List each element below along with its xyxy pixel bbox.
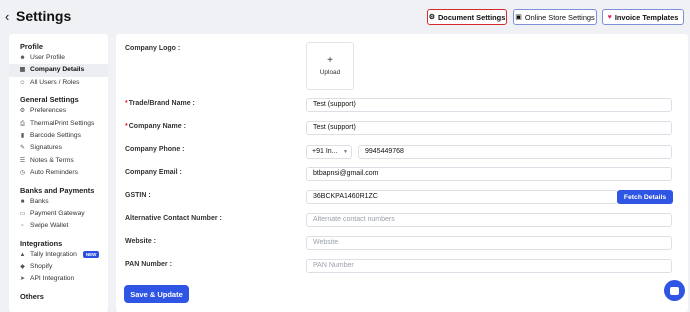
barcode-icon: ▮ [20,132,25,139]
company-name-input[interactable]: Test (support) [306,121,672,135]
required-marker: * [125,100,128,107]
heart-icon: ♥ [607,13,612,21]
sidebar-item-label: Shopify [30,263,53,271]
chat-support-button[interactable] [664,280,685,301]
pan-number-label: PAN Number : [125,261,172,268]
company-name-label-text: Company Name : [128,123,186,130]
note-icon: ☰ [19,157,26,164]
sidebar-item-barcode[interactable]: ▮ Barcode Settings [9,130,108,142]
save-update-button[interactable]: Save & Update [124,285,189,303]
sidebar-item-label: Auto Reminders [30,169,78,177]
company-logo-label: Company Logo : [125,45,181,52]
company-phone-input[interactable]: 9945449768 [358,145,672,159]
document-settings-button[interactable]: ⚙ Document Settings [427,9,507,25]
sidebar-item-label: Payment Gateway [30,209,85,217]
tally-icon: ▲ [19,251,26,258]
users-icon: ☺ [19,79,26,86]
company-phone-label: Company Phone : [125,146,185,153]
sidebar-item-label: API Integration [30,275,75,283]
website-label: Website : [125,238,156,245]
online-store-settings-label: Online Store Settings [524,12,595,22]
sidebar-item-label: Barcode Settings [30,131,81,139]
plus-icon: + [327,55,333,66]
country-code-value: +91 In... [312,148,338,155]
sidebar-item-label: Preferences [30,107,67,115]
sidebar-item-label: Notes & Terms [30,156,74,164]
alt-contact-label: Alternative Contact Number : [125,215,222,222]
page-title: Settings [16,8,72,24]
chevron-left-icon[interactable]: ‹ [5,9,9,24]
fetch-details-button[interactable]: Fetch Details [617,190,673,204]
invoice-templates-label: Invoice Templates [614,12,679,22]
document-settings-label: Document Settings [437,12,506,22]
sidebar-item-signatures[interactable]: ✎ Signatures [9,142,108,154]
sidebar-item-label: Swipe Wallet [30,222,69,230]
wallet-icon: ▫ [21,223,24,230]
country-code-select[interactable]: +91 In... ▼ [306,145,352,159]
invoice-templates-button[interactable]: ♥ Invoice Templates [602,9,684,25]
company-email-input[interactable]: btbapnsi@gmail.com [306,167,672,181]
sidebar-item-label: Banks [30,197,49,205]
sidebar-item-payment-gateway[interactable]: ▭ Payment Gateway [9,208,108,220]
sidebar-item-label: Tally Integration [30,250,77,258]
shopify-icon: ◆ [20,264,25,271]
sidebar-section-integrations: Integrations [20,238,63,248]
required-marker: * [125,123,128,130]
sidebar-item-auto-reminders[interactable]: ◷ Auto Reminders [9,167,108,179]
sidebar-item-thermalprint[interactable]: ⎙ ThermalPrint Settings [9,118,108,130]
store-icon: ▣ [515,14,522,21]
pan-number-input[interactable]: PAN Number [306,259,672,273]
card-icon: ▭ [19,210,26,217]
settings-sidebar: Profile ☻ User Profile ▦ Company Details… [9,34,108,312]
sidebar-item-user-profile[interactable]: ☻ User Profile [9,52,108,64]
sidebar-item-label: Company Details [30,66,85,74]
sidebar-item-api-integration[interactable]: ➤ API Integration [9,273,108,285]
building-icon: ▦ [19,67,26,74]
gstin-label: GSTIN : [125,192,151,199]
chat-icon [670,286,679,295]
sidebar-item-all-users[interactable]: ☺ All Users / Roles [9,77,108,89]
signature-icon: ✎ [19,145,26,152]
sidebar-item-tally-integration[interactable]: ▲ Tally Integration NEW [9,249,108,261]
company-name-label: *Company Name : [125,123,186,130]
sidebar-item-banks[interactable]: ■ Banks [9,196,108,208]
sidebar-item-shopify[interactable]: ◆ Shopify [9,261,108,273]
sidebar-item-notes-terms[interactable]: ☰ Notes & Terms [9,155,108,167]
user-icon: ☻ [19,55,26,61]
alt-contact-input[interactable]: Alternate contact numbers [306,213,672,227]
gear-icon: ⚙ [19,108,26,115]
sidebar-section-profile: Profile [20,42,43,51]
printer-icon: ⎙ [20,120,25,127]
api-icon: ➤ [19,276,26,283]
sidebar-item-preferences[interactable]: ⚙ Preferences [9,105,108,117]
company-email-label: Company Email : [125,169,182,176]
sidebar-section-others: Others [20,291,44,301]
chevron-down-icon: ▼ [343,149,348,155]
sidebar-item-company-details[interactable]: ▦ Company Details [9,64,108,77]
sidebar-item-label: All Users / Roles [30,78,80,86]
upload-label: Upload [319,69,341,76]
sidebar-item-swipe-wallet[interactable]: ▫ Swipe Wallet [9,220,108,232]
sidebar-item-label: Signatures [30,144,62,152]
trade-name-input[interactable]: Test (support) [306,98,672,112]
logo-upload-box[interactable]: + Upload [306,42,354,90]
new-badge: NEW [82,251,100,259]
trade-name-label: *Trade/Brand Name : [125,100,195,107]
sidebar-item-label: User Profile [30,54,65,61]
online-store-settings-button[interactable]: ▣ Online Store Settings [513,9,597,25]
bank-icon: ■ [20,198,25,205]
gstin-input[interactable]: 36BCKPA1460R1ZC [306,190,618,204]
company-details-form: Company Logo : + Upload *Trade/Brand Nam… [116,34,688,312]
sidebar-item-label: ThermalPrint Settings [30,119,95,127]
clock-icon: ◷ [19,170,26,177]
gear-icon: ⚙ [428,14,435,21]
top-bar: ‹ Settings ⚙ Document Settings ▣ Online … [0,0,690,34]
trade-name-label-text: Trade/Brand Name : [128,100,195,107]
sidebar-section-banks: Banks and Payments [20,185,95,195]
website-input[interactable]: Website [306,236,672,250]
sidebar-section-general: General Settings [20,95,79,105]
